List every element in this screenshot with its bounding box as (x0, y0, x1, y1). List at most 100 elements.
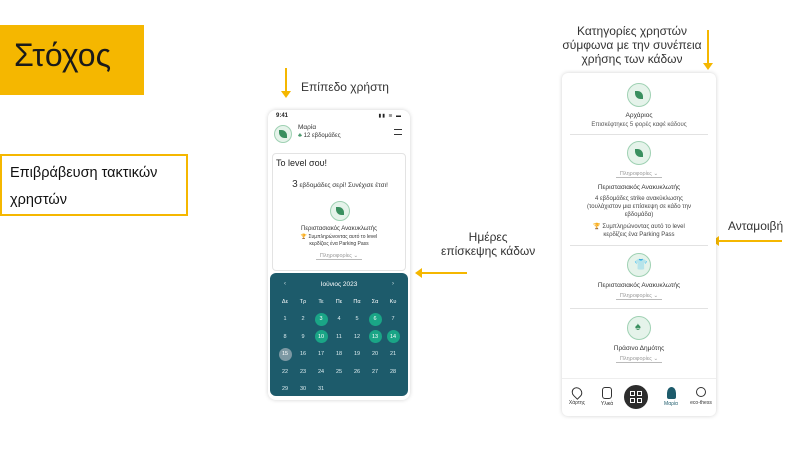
calendar-day-number: 17 (317, 351, 325, 358)
calendar-day[interactable]: 4 (330, 311, 348, 329)
calendar-day-number: 24 (317, 368, 325, 375)
calendar-day-number: 6 (368, 312, 382, 326)
calendar-day[interactable]: 7 (384, 311, 402, 329)
calendar-day[interactable]: 15 (276, 346, 294, 364)
calendar-day[interactable]: 23 (294, 363, 312, 381)
calendar-day[interactable]: 20 (366, 346, 384, 364)
scan-qr-button[interactable] (624, 385, 648, 409)
tab-profile[interactable]: Μαρία (658, 387, 684, 407)
calendar-day[interactable]: 2 (294, 311, 312, 329)
calendar-day[interactable]: 25 (330, 363, 348, 381)
calendar-day[interactable]: 31 (312, 381, 330, 399)
calendar-day[interactable]: 3 (312, 311, 330, 329)
category-desc-1: 4 εβδομάδες strike ανακύκλωσης (594, 196, 684, 202)
trophy-icon: 🏆 (593, 224, 601, 230)
avatar[interactable] (274, 125, 292, 143)
calendar-day[interactable]: 16 (294, 346, 312, 364)
menu-icon[interactable] (394, 129, 402, 135)
calendar-day[interactable]: 29 (276, 381, 294, 399)
level-card: Το level σου! 3 εβδομάδες σερί! Συνέχισε… (272, 153, 406, 271)
calendar-day[interactable]: 21 (384, 346, 402, 364)
calendar-day[interactable]: 8 (276, 328, 294, 346)
user-level-arrow (281, 68, 291, 98)
reward-line-2: κερδίζεις ένα Parking Pass (309, 241, 369, 247)
calendar-day-number: 31 (317, 386, 325, 393)
qr-icon-part (637, 391, 642, 396)
leaf-icon (635, 91, 643, 99)
category-name: Περιστασιακός Ανακυκλωτής (597, 282, 681, 289)
info-dropdown[interactable]: Πληροφορίες ⌄ (273, 253, 405, 260)
calendar-grid: Δε Τρ Τε Πε Πα Σα Κυ 1 2 3 4 5 6 7 8 9 10 11 12 13 14 15 16 17 1… (276, 293, 402, 398)
calendar-day[interactable]: 6 (366, 311, 384, 329)
slide-title-box: Στόχος (0, 25, 144, 95)
calendar-day[interactable]: 18 (330, 346, 348, 364)
tab-profile-label: Μαρία (664, 401, 678, 407)
reward-annotation: Ανταμοιβή (728, 219, 784, 233)
calendar-day[interactable]: 5 (348, 311, 366, 329)
slide-title: Στόχος (14, 37, 111, 73)
calendar-day[interactable]: 26 (348, 363, 366, 381)
calendar-day[interactable]: 17 (312, 346, 330, 364)
tab-map[interactable]: Χάρτης (564, 385, 590, 406)
calendar-day-number: 28 (389, 368, 397, 375)
calendar-day-number: 25 (335, 368, 343, 375)
tab-materials[interactable]: Υλικά (594, 387, 620, 407)
level-weeks: 3 εβδομάδες σερί! Συνέχισε έτσι! (273, 179, 407, 190)
eco-icon (696, 387, 706, 397)
map-pin-icon (569, 385, 585, 400)
category-desc-3: εβδομάδα) (624, 212, 654, 218)
calendar-next-button[interactable]: › (392, 281, 394, 287)
user-name: Μαρία (298, 124, 317, 131)
calendar-day[interactable]: 24 (312, 363, 330, 381)
info-dropdown[interactable]: Πληροφορίες ⌄ (562, 293, 716, 300)
calendar-day[interactable]: 13 (366, 328, 384, 346)
divider (570, 308, 708, 309)
calendar-day[interactable]: 9 (294, 328, 312, 346)
weeks-text: εβδομάδες σερί! Συνέχισε έτσι! (299, 182, 388, 189)
tshirt-badge: 👕 (627, 253, 651, 277)
calendar-empty (384, 381, 402, 399)
categories-annotation: Κατηγορίες χρηστών σύμφωνα με την συνέπε… (562, 24, 702, 66)
category-reward-1: 🏆 Συμπληρώνοντας αυτό το level (562, 223, 716, 231)
calendar-day-number: 10 (314, 330, 328, 344)
category-reward-2: κερδίζεις ένα Parking Pass (603, 232, 675, 238)
calendar-day[interactable]: 10 (312, 328, 330, 346)
calendar-day[interactable]: 19 (348, 346, 366, 364)
calendar-day[interactable]: 27 (366, 363, 384, 381)
tree-icon: ♠ (635, 321, 641, 333)
divider (570, 245, 708, 246)
calendar-empty (330, 381, 348, 399)
calendar-day[interactable]: 11 (330, 328, 348, 346)
calendar-day[interactable]: 14 (384, 328, 402, 346)
calendar-weekday: Δε (281, 298, 289, 305)
occasional-badge (627, 141, 651, 165)
categories-line-3: χρήσης των κάδων (581, 52, 683, 66)
calendar-day-number: 20 (371, 351, 379, 358)
reward-text-box: Επιβράβευση τακτικών χρηστών (0, 154, 188, 216)
category-badge (330, 201, 350, 221)
calendar-day-number: 18 (335, 351, 343, 358)
calendar-day[interactable]: 30 (294, 381, 312, 399)
calendar-day-number: 21 (389, 351, 397, 358)
qr-icon (630, 391, 635, 396)
calendar-day-number: 26 (353, 368, 361, 375)
category-name: Αρχάριος (625, 112, 653, 119)
info-dropdown[interactable]: Πληροφορίες ⌄ (562, 356, 716, 363)
materials-icon (602, 387, 612, 399)
tab-eco[interactable]: eco-thess (688, 387, 714, 406)
leaf-icon (336, 207, 344, 215)
phone-categories: Αρχάριος Επισκέφτηκες 5 φορές καφέ κάδου… (562, 73, 716, 416)
weeks-badge: ♣ 12 εβδομάδες (298, 133, 341, 139)
calendar-day[interactable]: 1 (276, 311, 294, 329)
info-dropdown[interactable]: Πληροφορίες ⌄ (562, 171, 716, 178)
category-name: Περιστασιακός Ανακυκλωτής (597, 184, 681, 191)
calendar-day-number: 8 (283, 333, 287, 340)
phone-user-level: 9:41 ▮▮ ≋ ▬ Μαρία ♣ 12 εβδομάδες Το leve… (268, 110, 410, 400)
calendar-day[interactable]: 22 (276, 363, 294, 381)
calendar-empty (348, 381, 366, 399)
qr-icon-part (637, 398, 642, 403)
calendar-day-number: 11 (336, 333, 342, 340)
calendar-day[interactable]: 28 (384, 363, 402, 381)
calendar-day[interactable]: 12 (348, 328, 366, 346)
reward-text-1: Συμπληρώνοντας αυτό το level (602, 224, 685, 230)
